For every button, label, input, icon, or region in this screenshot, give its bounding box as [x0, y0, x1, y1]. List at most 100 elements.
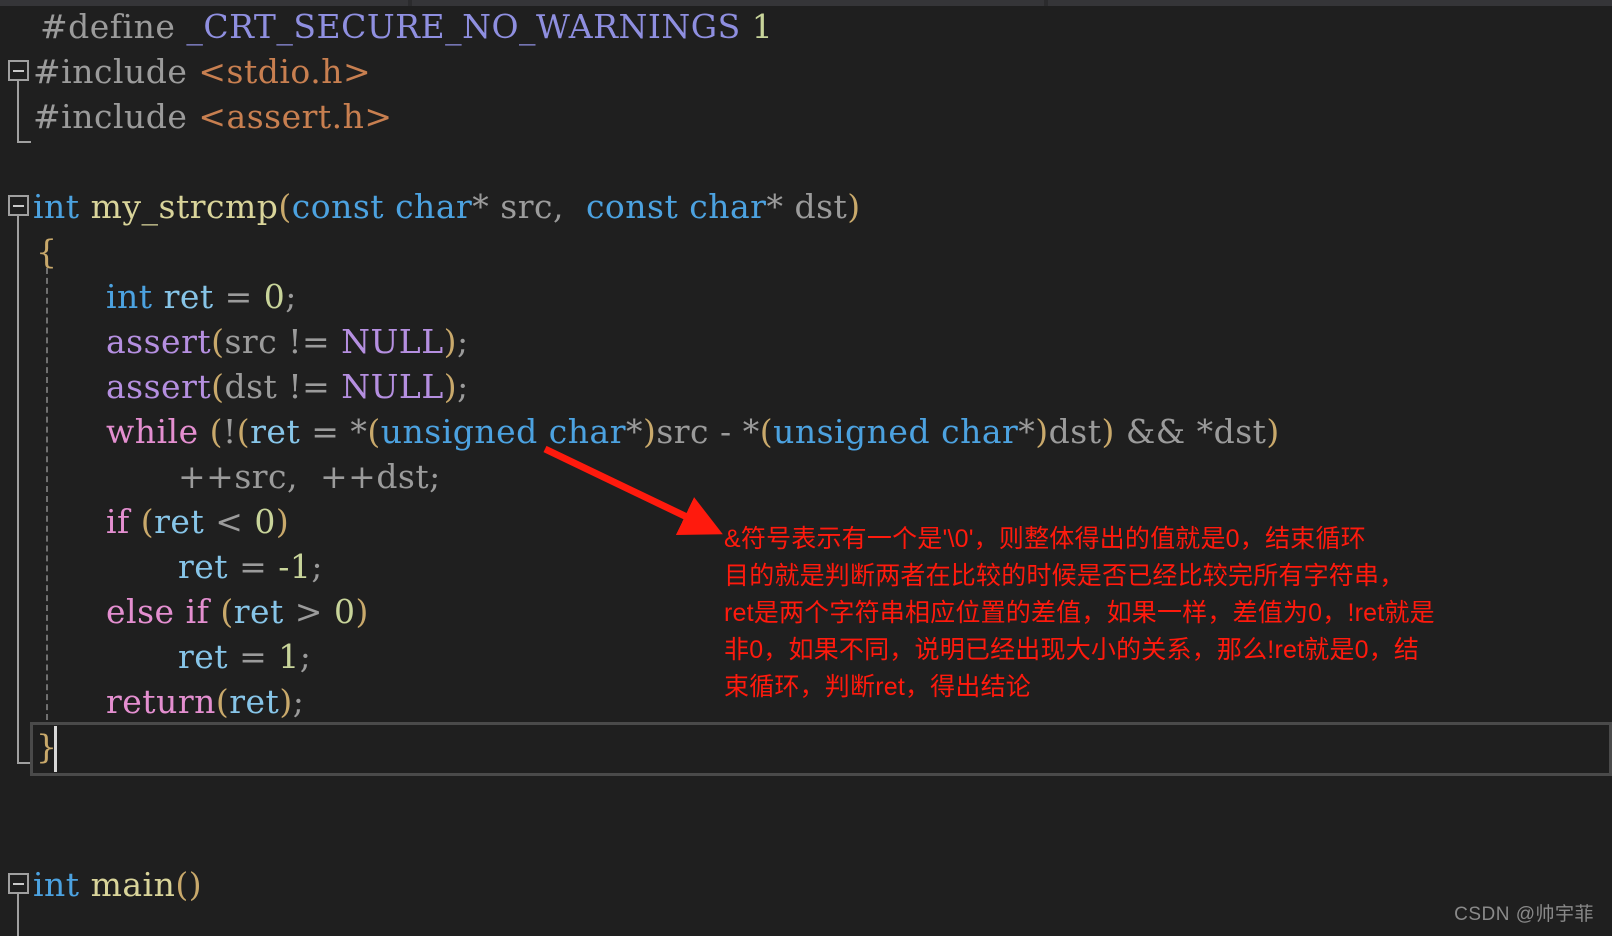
code-token: ++ [178, 457, 235, 496]
line-if-lt[interactable]: if (ret < 0) [0, 499, 289, 544]
code-token: ( [220, 592, 234, 631]
code-token: 0 [254, 502, 276, 541]
code-token: int [33, 187, 80, 226]
code-token: ( [215, 682, 230, 721]
code-token: ) [847, 187, 861, 226]
code-token: ; [457, 367, 469, 406]
code-token: <stdio.h> [198, 52, 372, 91]
annotation-line: &符号表示有一个是'\0'，则整体得出的值就是0，结束循环 [724, 525, 1366, 553]
code-token: if [185, 592, 210, 631]
line-incr[interactable]: ++src, ++dst; [0, 454, 441, 499]
code-token: = [213, 277, 264, 316]
code-token: ) [275, 502, 290, 541]
code-token: ( [236, 412, 251, 451]
code-token: != [277, 367, 342, 406]
code-token: * [472, 187, 490, 226]
code-token: dst [376, 457, 430, 496]
code-token: ; [285, 277, 297, 316]
code-token: NULL [341, 322, 444, 361]
line-while[interactable]: while (!(ret = *(unsigned char*)src - *(… [0, 409, 1280, 454]
code-token: ret [233, 592, 284, 631]
code-token: const [291, 187, 385, 226]
line-define[interactable]: #define _CRT_SECURE_NO_WARNINGS 1 [0, 4, 773, 49]
code-token: { [36, 232, 58, 271]
code-token: if [106, 502, 130, 541]
code-token: = [228, 547, 279, 586]
annotation-line: 束循环，判断ret，得出结论 [724, 673, 1031, 701]
code-token: 0 [263, 277, 286, 316]
code-token: #define [40, 7, 187, 46]
line-main[interactable]: int main() [0, 862, 202, 907]
code-token: const [585, 187, 679, 226]
code-token: ) [443, 367, 458, 406]
code-token: char [395, 187, 473, 226]
code-token: * [1196, 412, 1214, 451]
code-token: 1 [278, 637, 300, 676]
annotation-line: 目的就是判断两者在比较的时候是否已经比较完所有字符串， [724, 562, 1405, 590]
code-token: my_strcmp [90, 187, 279, 226]
code-token: ( [209, 412, 224, 451]
code-token: while [106, 412, 199, 451]
line-open-brace[interactable]: { [0, 229, 58, 274]
code-token: ) [1101, 412, 1115, 451]
code-token: ) [279, 682, 293, 721]
code-token: * [766, 187, 784, 226]
line-return[interactable]: return(ret); [0, 679, 304, 724]
code-token: ret [178, 637, 229, 676]
code-token: ret [163, 277, 214, 316]
code-token: * [1018, 412, 1036, 451]
code-text-layer[interactable]: #define _CRT_SECURE_NO_WARNINGS 1 #includ… [0, 0, 1612, 936]
line-else-if-gt[interactable]: else if (ret > 0) [0, 589, 369, 634]
code-token: ( [367, 412, 381, 451]
code-token: unsigned [380, 412, 538, 451]
code-token: ; [292, 682, 305, 721]
code-token: , [287, 457, 320, 496]
line-int-ret[interactable]: int ret = 0; [0, 274, 297, 319]
line-include-assert[interactable]: #include <assert.h> [0, 94, 393, 139]
code-token: src [224, 322, 278, 361]
code-token: ret [154, 502, 205, 541]
red-annotation-text: &符号表示有一个是'\0'，则整体得出的值就是0，结束循环目的就是判断两者在比较… [724, 521, 1435, 706]
line-assert-src[interactable]: assert(src != NULL); [0, 319, 469, 364]
line-ret-1[interactable]: ret = 1; [0, 634, 311, 679]
line-assert-dst[interactable]: assert(dst != NULL); [0, 364, 469, 409]
code-token: * [625, 412, 643, 451]
code-editor-canvas: #define _CRT_SECURE_NO_WARNINGS 1 #includ… [0, 0, 1612, 936]
line-close-brace[interactable]: } [0, 724, 58, 769]
code-token: ) [1035, 412, 1049, 451]
code-token: dst [1213, 412, 1267, 451]
code-token: * [742, 412, 760, 451]
code-token: char [689, 187, 767, 226]
line-ret-neg1[interactable]: ret = -1; [0, 544, 323, 589]
code-token: 1 [751, 7, 774, 46]
code-token: ret [178, 547, 229, 586]
code-token: ; [311, 547, 323, 586]
annotation-line: 非0，如果不同，说明已经出现大小的关系，那么!ret就是0，结 [724, 636, 1420, 664]
line-include-stdio[interactable]: #include <stdio.h> [0, 49, 371, 94]
annotation-line: ret是两个字符串相应位置的差值，如果一样，差值为0，!ret就是 [724, 599, 1435, 627]
code-token: NULL [341, 367, 444, 406]
code-token: <assert.h> [198, 97, 393, 136]
code-token: && [1114, 412, 1197, 451]
code-token: ; [429, 457, 441, 496]
code-token: else [106, 592, 175, 631]
csdn-watermark: CSDN @帅宇菲 [1454, 904, 1594, 925]
code-token: < [204, 502, 255, 541]
code-token: ) [443, 322, 457, 361]
code-token: dst [794, 187, 848, 226]
code-token: = [300, 412, 351, 451]
code-token: - [709, 412, 743, 451]
line-func-signature[interactable]: int my_strcmp(const char* src, const cha… [0, 184, 861, 229]
code-token: ( [175, 865, 189, 904]
code-token: ( [140, 502, 155, 541]
